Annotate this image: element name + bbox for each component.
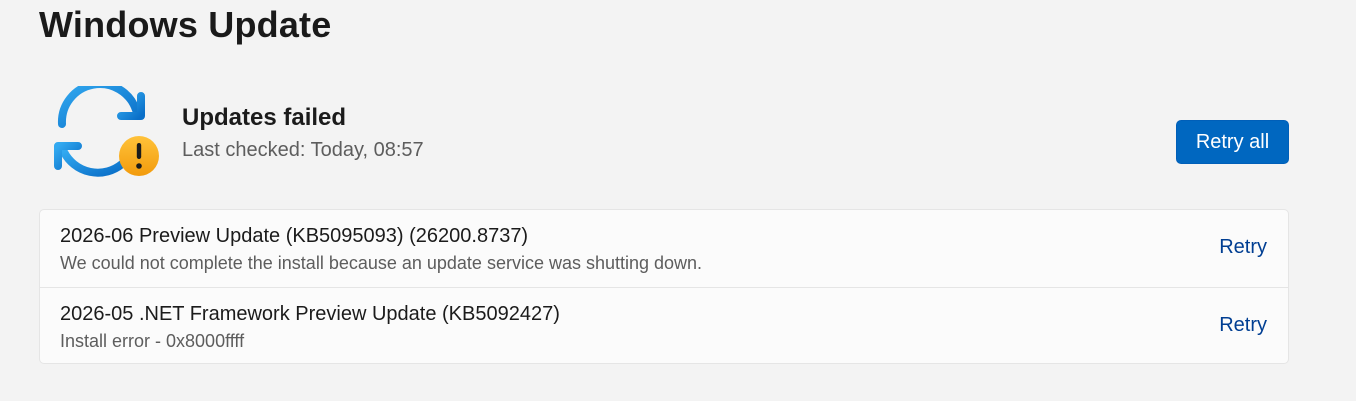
update-row: 2026-05 .NET Framework Preview Update (K…	[40, 287, 1288, 363]
update-error-detail: Install error - 0x8000ffff	[60, 331, 245, 351]
update-name: 2026-06 Preview Update (KB5095093) (2620…	[60, 225, 529, 247]
page-title: Windows Update	[39, 4, 332, 45]
last-checked-text: Last checked: Today, 08:57	[182, 139, 424, 161]
status-title: Updates failed	[182, 104, 347, 131]
sync-warning-icon	[50, 80, 162, 178]
retry-all-button[interactable]: Retry all	[1176, 120, 1289, 164]
retry-link[interactable]: Retry	[1219, 236, 1267, 259]
update-error-detail: We could not complete the install becaus…	[60, 253, 703, 273]
update-name: 2026-05 .NET Framework Preview Update (K…	[60, 303, 560, 325]
retry-link[interactable]: Retry	[1219, 314, 1267, 337]
update-list: 2026-06 Preview Update (KB5095093) (2620…	[39, 209, 1289, 364]
update-row: 2026-06 Preview Update (KB5095093) (2620…	[40, 210, 1288, 287]
